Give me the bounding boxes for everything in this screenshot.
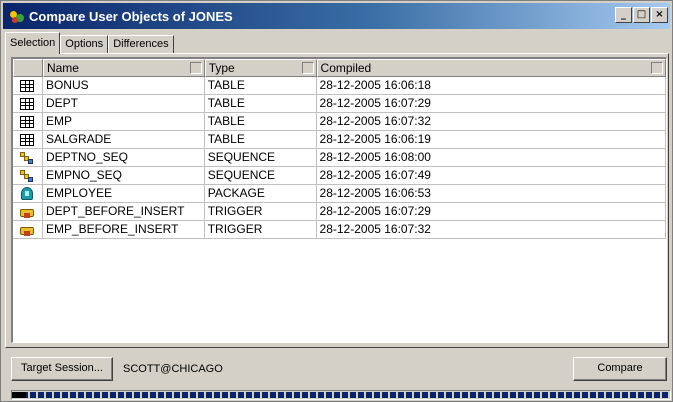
empty-cell: [13, 311, 43, 329]
row-name: DEPTNO_SEQ: [42, 149, 205, 167]
row-type: SEQUENCE: [204, 167, 317, 185]
table-icon: [20, 97, 35, 110]
empty-cell: [13, 329, 43, 342]
row-compiled: 28-12-2005 16:07:32: [316, 221, 666, 239]
row-type: SEQUENCE: [204, 149, 317, 167]
progress-bar: [11, 390, 671, 400]
row-type: PACKAGE: [204, 185, 317, 203]
row-name: DEPT: [42, 95, 205, 113]
empty-cell: [13, 239, 43, 257]
row-icon-cell: [13, 221, 43, 239]
row-type: TABLE: [204, 113, 317, 131]
column-header-compiled-label: Compiled: [320, 61, 372, 75]
trigger-icon: [20, 224, 35, 236]
table-row[interactable]: EMPLOYEE PACKAGE 28-12-2005 16:06:53: [13, 185, 666, 203]
column-header-name[interactable]: Name: [42, 59, 205, 77]
table-row[interactable]: DEPTNO_SEQ SEQUENCE 28-12-2005 16:08:00: [13, 149, 666, 167]
row-compiled: 28-12-2005 16:07:29: [316, 203, 666, 221]
row-name: SALGRADE: [42, 131, 205, 149]
row-icon-cell: [13, 149, 43, 167]
row-compiled: 28-12-2005 16:06:53: [316, 185, 666, 203]
row-icon-cell: [13, 95, 43, 113]
row-name: DEPT_BEFORE_INSERT: [42, 203, 205, 221]
filter-box[interactable]: [301, 62, 314, 74]
table-row[interactable]: BONUS TABLE 28-12-2005 16:06:18: [13, 77, 666, 95]
window-title: Compare User Objects of JONES: [29, 8, 233, 24]
row-compiled: 28-12-2005 16:06:19: [316, 131, 666, 149]
table-row[interactable]: DEPT_BEFORE_INSERT TRIGGER 28-12-2005 16:0…: [13, 203, 666, 221]
bottom-bar: Target Session... SCOTT@CHICAGO Compare: [11, 356, 671, 382]
title-bar[interactable]: Compare User Objects of JONES _ □ ×: [3, 3, 670, 29]
row-type: TABLE: [204, 77, 317, 95]
empty-row: [13, 311, 666, 329]
package-icon: [21, 187, 34, 200]
progress-fill: [14, 392, 668, 398]
empty-row: [13, 329, 666, 342]
row-compiled: 28-12-2005 16:06:18: [316, 77, 666, 95]
maximize-button[interactable]: □: [633, 7, 650, 23]
row-icon-cell: [13, 185, 43, 203]
tab-differences[interactable]: Differences: [108, 35, 174, 54]
target-session-label: SCOTT@CHICAGO: [123, 363, 223, 375]
column-header-type-label: Type: [208, 61, 235, 75]
empty-cell: [13, 257, 43, 275]
column-header-name-label: Name: [46, 61, 79, 75]
tab-selection[interactable]: Selection: [5, 32, 61, 54]
minimize-button[interactable]: _: [615, 7, 632, 23]
empty-row: [13, 275, 666, 293]
compare-button[interactable]: Compare: [573, 357, 667, 381]
table-icon: [20, 115, 35, 128]
table-row[interactable]: EMP_BEFORE_INSERT TRIGGER 28-12-2005 16:07…: [13, 221, 666, 239]
row-compiled: 28-12-2005 16:07:32: [316, 113, 666, 131]
column-header-icon: [13, 59, 43, 77]
table-icon: [20, 79, 35, 92]
table-row[interactable]: EMPNO_SEQ SEQUENCE 28-12-2005 16:07:49: [13, 167, 666, 185]
grid-header: Name Type Compiled: [13, 59, 666, 77]
sequence-icon: [20, 169, 34, 182]
close-button[interactable]: ×: [651, 7, 668, 23]
row-compiled: 28-12-2005 16:07:29: [316, 95, 666, 113]
table-row[interactable]: DEPT TABLE 28-12-2005 16:07:29: [13, 95, 666, 113]
tab-options[interactable]: Options: [60, 35, 109, 54]
compare-window: Compare User Objects of JONES _ □ × Sele…: [0, 0, 673, 402]
grid-body: BONUS TABLE 28-12-2005 16:06:18 DEPT TABLE 28…: [13, 77, 666, 342]
empty-row: [13, 257, 666, 275]
row-name: EMP: [42, 113, 205, 131]
window-controls: _ □ ×: [615, 7, 668, 23]
row-icon-cell: [13, 167, 43, 185]
objects-grid[interactable]: Name Type Compiled BONUS TABLE 28-12-2005 …: [11, 57, 667, 343]
empty-cell: [13, 275, 43, 293]
row-type: TRIGGER: [204, 203, 317, 221]
row-icon-cell: [13, 131, 43, 149]
row-name: BONUS: [42, 77, 205, 95]
target-session-button[interactable]: Target Session...: [11, 357, 113, 381]
row-compiled: 28-12-2005 16:08:00: [316, 149, 666, 167]
row-name: EMPNO_SEQ: [42, 167, 205, 185]
row-icon-cell: [13, 77, 43, 95]
row-type: TABLE: [204, 95, 317, 113]
sequence-icon: [20, 151, 34, 164]
table-row[interactable]: SALGRADE TABLE 28-12-2005 16:06:19: [13, 131, 666, 149]
row-name: EMPLOYEE: [42, 185, 205, 203]
trigger-icon: [20, 206, 35, 218]
filter-box[interactable]: [650, 62, 663, 74]
column-header-type[interactable]: Type: [204, 59, 317, 77]
empty-row: [13, 239, 666, 257]
table-row[interactable]: EMP TABLE 28-12-2005 16:07:32: [13, 113, 666, 131]
row-name: EMP_BEFORE_INSERT: [42, 221, 205, 239]
app-icon: [9, 8, 25, 24]
row-icon-cell: [13, 203, 43, 221]
row-icon-cell: [13, 113, 43, 131]
column-header-compiled[interactable]: Compiled: [316, 59, 666, 77]
tab-strip: Selection Options Differences: [5, 32, 174, 54]
row-type: TRIGGER: [204, 221, 317, 239]
table-icon: [20, 133, 35, 146]
progress-start: [12, 392, 26, 398]
empty-cell: [13, 293, 43, 311]
row-type: TABLE: [204, 131, 317, 149]
row-compiled: 28-12-2005 16:07:49: [316, 167, 666, 185]
empty-row: [13, 293, 666, 311]
filter-box[interactable]: [189, 62, 202, 74]
